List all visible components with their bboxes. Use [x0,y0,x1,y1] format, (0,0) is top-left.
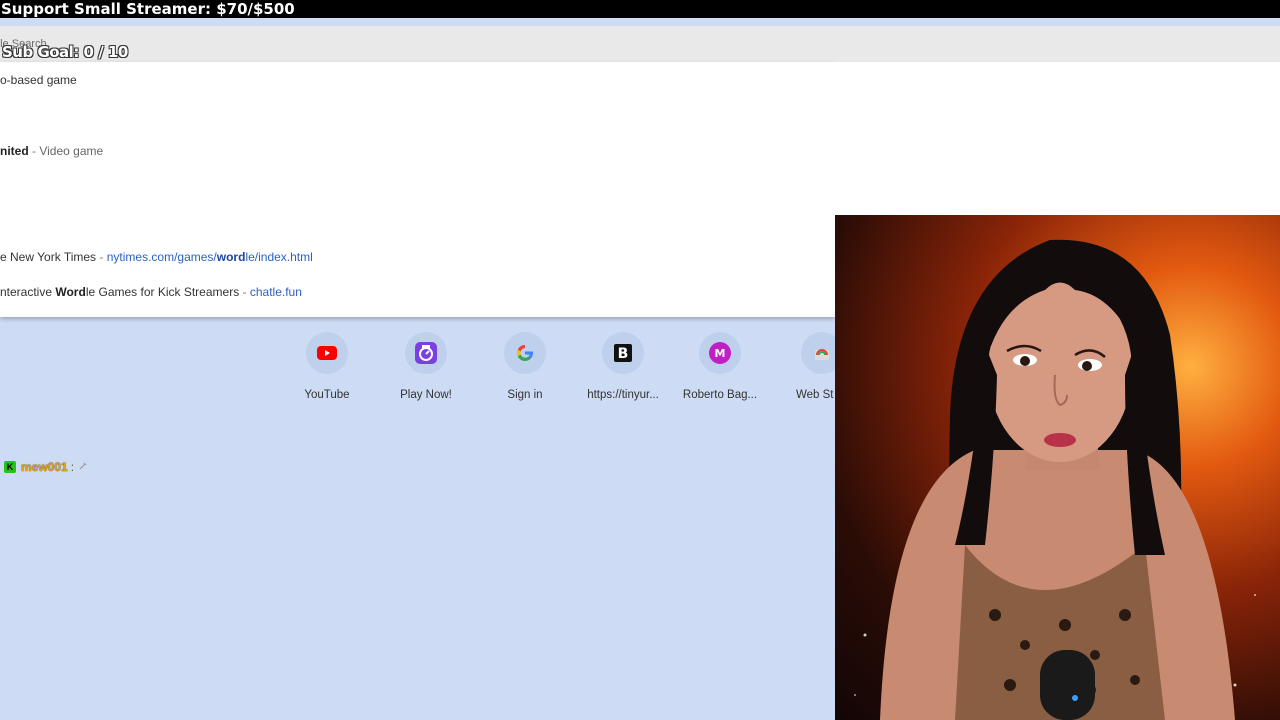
suggestion-item[interactable]: e New York Times - nytimes.com/games/wor… [0,250,313,264]
webcam-image [854,239,1256,720]
banner-text: Support Small Streamer: $70/$500 [1,0,295,18]
shortcut-play-now[interactable]: Play Now! [376,332,476,401]
shortcut-roberto[interactable]: M Roberto Bag... [670,332,770,401]
youtube-icon [306,332,348,374]
suggestions-dropdown: o-based game nited - Video game e New Yo… [0,62,835,317]
suggestion-text: o-based game [0,73,77,87]
url-part: le/index.html [245,250,313,264]
suggestion-text: le Games for Kick Streamers [85,285,240,299]
suggestion-description: Video game [39,144,104,158]
suggestion-bold-text: nited [0,144,29,158]
shortcut-web-store[interactable]: Web St [771,332,835,401]
shortcut-label: Roberto Bag... [682,389,758,401]
chat-emote-icon [78,460,88,474]
svg-text:B: B [618,346,629,362]
shortcut-sign-in[interactable]: Sign in [475,332,575,401]
suggestion-separator: - [239,285,250,299]
chrome-web-store-icon [801,332,835,374]
svg-text:M: M [715,347,726,360]
shortcut-label: Web St [796,389,834,401]
suggestion-url[interactable]: chatle.fun [250,285,302,299]
search-box[interactable]: gle Search [0,26,1280,62]
sub-goal-counter: Sub Goal: 0 / 10 [2,43,128,61]
shortcut-youtube[interactable]: YouTube [277,332,377,401]
suggestion-item[interactable]: nteractive Wordle Games for Kick Streame… [0,285,302,299]
shortcut-label: Play Now! [400,389,452,401]
google-icon [504,332,546,374]
shortcut-label: YouTube [304,389,350,401]
suggestion-item[interactable]: nited - Video game [0,144,103,158]
avatar-m-icon: M [699,332,741,374]
url-bold-part: word [216,250,246,264]
shortcut-label: https://tinyur... [587,389,659,401]
suggestion-url[interactable]: nytimes.com/games/wordle/index.html [107,250,313,264]
stream-goal-banner: Support Small Streamer: $70/$500 [0,0,1280,18]
kick-badge-icon: K [4,461,16,473]
suggestion-text: e New York Times [0,250,97,264]
suggestion-item[interactable]: o-based game [0,73,77,87]
shortcut-tinyurl[interactable]: B https://tinyur... [573,332,673,401]
chat-message: K mew001 : [4,460,88,474]
suggestion-text: nteractive [0,285,56,299]
webcam-feed [835,215,1280,720]
shortcut-label: Sign in [507,389,543,401]
suggestion-bold-text: Word [55,285,86,299]
url-part: nytimes.com/games/ [106,250,217,264]
chat-separator: : [70,460,75,474]
suggestion-separator: - [28,144,40,158]
b-logo-icon: B [602,332,644,374]
suggestion-separator: - [96,250,107,264]
suggestions-dropdown-extension [835,62,1280,215]
chat-username[interactable]: mew001 [21,460,68,474]
play-now-icon [405,332,447,374]
